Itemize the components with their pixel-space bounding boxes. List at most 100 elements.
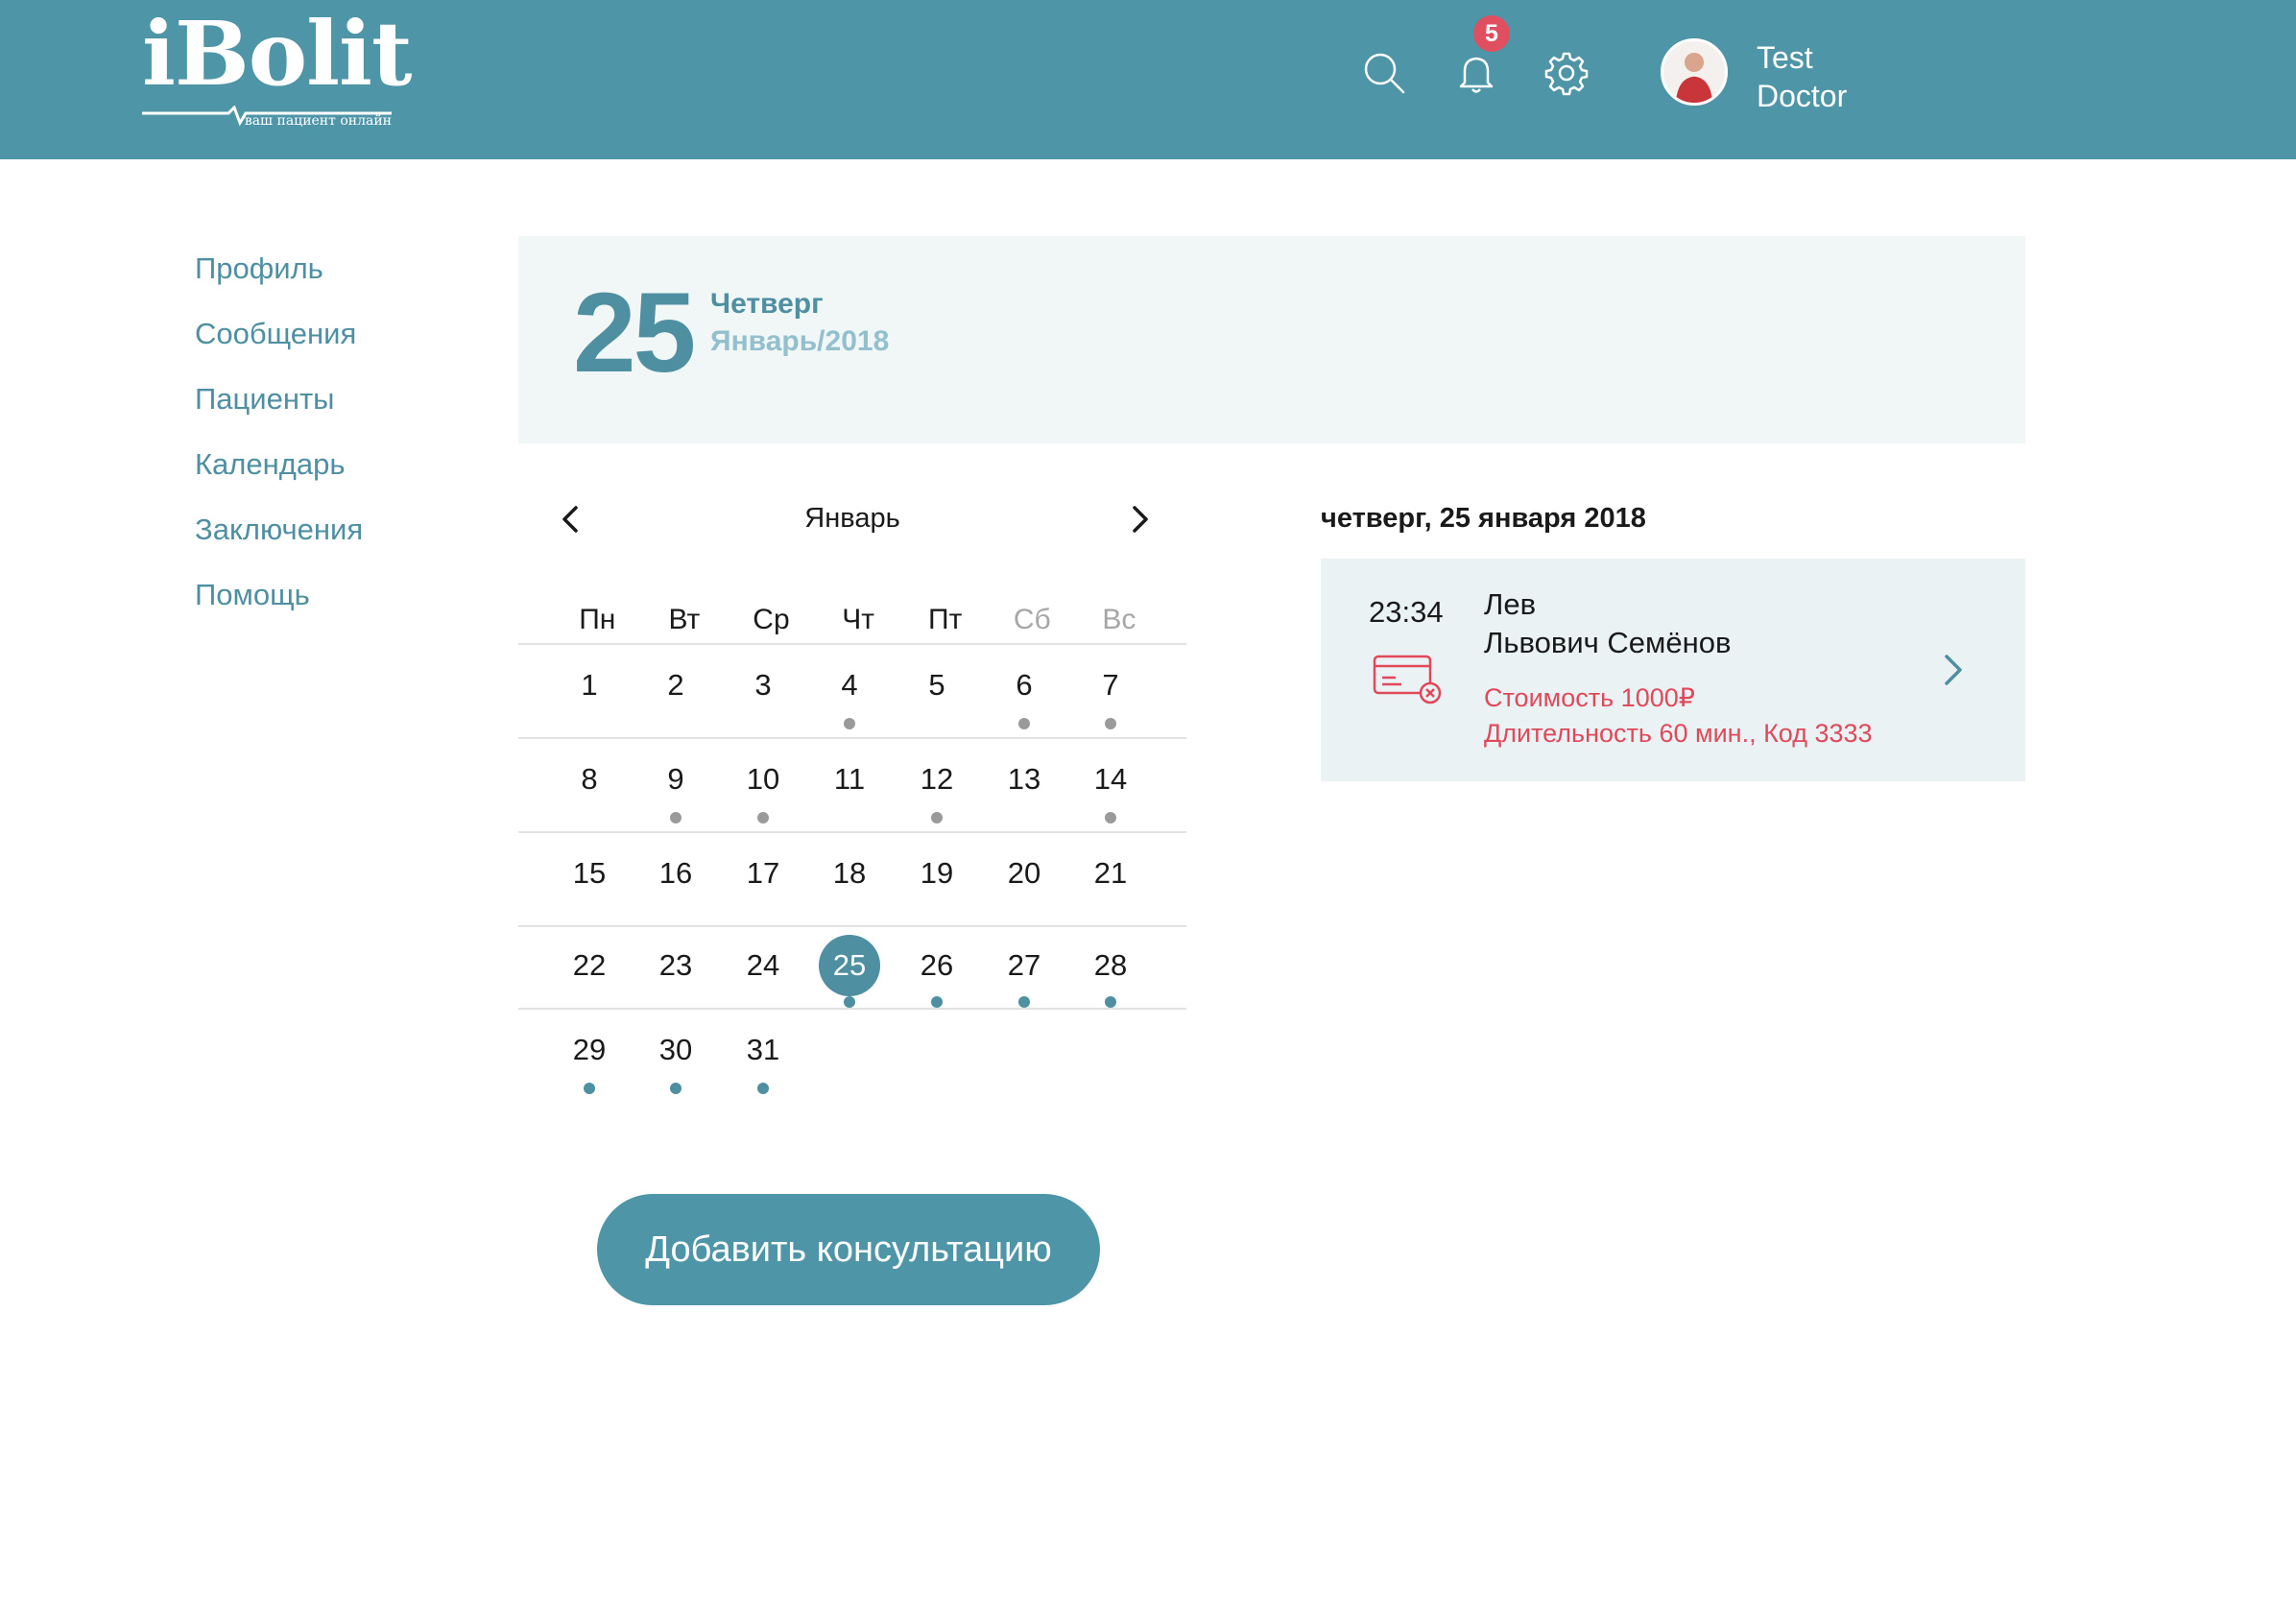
- calendar-day[interactable]: 12: [898, 739, 975, 823]
- calendar-day[interactable]: 4: [811, 645, 888, 729]
- calendar-day[interactable]: 29: [551, 1010, 628, 1094]
- calendar-day[interactable]: 14: [1072, 739, 1149, 823]
- banner-month-year: Январь/2018: [710, 325, 890, 357]
- appointment-indicator-dot: [584, 1083, 595, 1094]
- sidebar-item-messages[interactable]: Сообщения: [195, 313, 363, 378]
- calendar-day[interactable]: 28: [1072, 927, 1149, 1008]
- appointment-indicator-dot: [1018, 718, 1030, 729]
- calendar-week-row: 15 16 17 18 19 20 21: [518, 833, 1186, 927]
- appointment-indicator-dot: [844, 996, 855, 1008]
- sidebar-item-profile[interactable]: Профиль: [195, 248, 363, 313]
- calendar-day-number: 25: [832, 948, 867, 982]
- weekday-label: Чт: [842, 604, 874, 635]
- calendar-day[interactable]: 15: [551, 833, 628, 893]
- calendar-day[interactable]: 18: [811, 833, 888, 893]
- calendar-day[interactable]: 31: [725, 1010, 801, 1094]
- user-name[interactable]: Test Doctor: [1757, 38, 1847, 115]
- weekday-label: Пт: [928, 604, 963, 635]
- add-consultation-button[interactable]: Добавить консультацию: [597, 1194, 1100, 1305]
- date-banner: 25 Четверг Январь/2018: [518, 236, 2025, 443]
- weekday-label: Вс: [1102, 604, 1136, 635]
- calendar-day-number: 4: [841, 668, 858, 702]
- calendar-day-number: 3: [754, 668, 772, 702]
- calendar-day[interactable]: 23: [637, 927, 714, 985]
- calendar-day[interactable]: 24: [725, 927, 801, 985]
- appointment-cost: Стоимость 1000₽: [1484, 683, 1695, 712]
- appointment-indicator-dot: [931, 996, 943, 1008]
- calendar-day[interactable]: 20: [986, 833, 1063, 893]
- calendar-day-number: 20: [1007, 856, 1041, 890]
- calendar-day[interactable]: 22: [551, 927, 628, 985]
- calendar-day[interactable]: 27: [986, 927, 1063, 1008]
- calendar-day-number: 22: [572, 948, 607, 982]
- ibolit-logo[interactable]: iBolit ваш пациент онлайн: [142, 10, 412, 138]
- calendar-day-number: 24: [746, 948, 780, 982]
- calendar-day[interactable]: 13: [986, 739, 1063, 799]
- calendar-day[interactable]: 3: [725, 645, 801, 704]
- calendar-day-selected[interactable]: 25: [811, 927, 888, 1008]
- calendar-day[interactable]: 26: [898, 927, 975, 1008]
- calendar-day-number: 23: [658, 948, 693, 982]
- user-first-name: Test: [1757, 40, 1813, 75]
- calendar-day-number: 26: [920, 948, 954, 982]
- calendar: Январь Пн Вт Ср Чт Пт Сб Вс 1 2 3 4 5 6 7 8 9 10 1…: [518, 489, 1186, 1104]
- patient-first-name: Лев: [1484, 587, 1537, 621]
- gear-icon[interactable]: [1540, 46, 1593, 100]
- avatar[interactable]: [1661, 38, 1728, 106]
- calendar-day-number: 7: [1102, 668, 1119, 702]
- calendar-day[interactable]: 21: [1072, 833, 1149, 893]
- calendar-day[interactable]: 10: [725, 739, 801, 823]
- calendar-day[interactable]: 2: [637, 645, 714, 704]
- patient-rest-name: Львович Семёнов: [1484, 626, 1732, 659]
- banner-day: 25: [573, 270, 696, 396]
- calendar-week-row: 29 30 31: [518, 1010, 1186, 1104]
- calendar-day-number: 27: [1007, 948, 1041, 982]
- calendar-day-number: 10: [746, 762, 780, 796]
- notification-badge: 5: [1473, 15, 1510, 52]
- chevron-right-icon[interactable]: [1939, 651, 1968, 689]
- calendar-day-number: 2: [667, 668, 684, 702]
- sidebar-item-calendar[interactable]: Календарь: [195, 443, 363, 509]
- user-last-name: Doctor: [1757, 79, 1848, 113]
- calendar-nav: Январь: [518, 489, 1186, 549]
- appointment-indicator-dot: [844, 718, 855, 729]
- calendar-week-row: 1 2 3 4 5 6 7: [518, 645, 1186, 739]
- appointment-indicator-dot: [757, 812, 769, 823]
- sidebar-item-help[interactable]: Помощь: [195, 574, 363, 639]
- calendar-day[interactable]: 16: [637, 833, 714, 893]
- calendar-day[interactable]: 11: [811, 739, 888, 799]
- calendar-day-number: 9: [667, 762, 684, 796]
- calendar-day[interactable]: 6: [986, 645, 1063, 729]
- calendar-day-number: 29: [572, 1033, 607, 1066]
- calendar-day[interactable]: 19: [898, 833, 975, 893]
- calendar-week-row: 8 9 10 11 12 13 14: [518, 739, 1186, 833]
- calendar-day[interactable]: 30: [637, 1010, 714, 1094]
- calendar-day-number: 5: [928, 668, 945, 702]
- search-icon[interactable]: [1357, 46, 1411, 100]
- weekday-header: Пн Вт Ср Чт Пт Сб Вс: [518, 595, 1186, 645]
- chevron-right-icon[interactable]: [1123, 503, 1156, 536]
- selected-date-heading: четверг, 25 января 2018: [1321, 503, 1646, 534]
- calendar-day-number: 21: [1093, 856, 1128, 890]
- banner-weekday: Четверг: [710, 288, 824, 320]
- calendar-day[interactable]: 8: [551, 739, 628, 799]
- calendar-day[interactable]: 17: [725, 833, 801, 893]
- sidebar-item-patients[interactable]: Пациенты: [195, 378, 363, 443]
- weekday-label: Ср: [753, 604, 790, 635]
- calendar-day-number: 11: [833, 762, 866, 796]
- appointment-indicator-dot: [1018, 996, 1030, 1008]
- appointment-card[interactable]: 23:34 Лев Львович Семёнов Стоимость 1000…: [1321, 559, 2025, 781]
- sidebar-item-conclusions[interactable]: Заключения: [195, 509, 363, 574]
- calendar-grid: 1 2 3 4 5 6 7 8 9 10 11 12 13 14 15 16 17 18 19 20 21 22 23 24 2…: [518, 645, 1186, 1104]
- calendar-day-number: 12: [920, 762, 954, 796]
- calendar-day[interactable]: 5: [898, 645, 975, 704]
- bell-icon[interactable]: [1449, 46, 1503, 100]
- calendar-day-number: 19: [920, 856, 954, 890]
- calendar-day[interactable]: 1: [551, 645, 628, 704]
- top-header: iBolit ваш пациент онлайн 5 Test Doctor: [0, 0, 2296, 159]
- calendar-day[interactable]: 7: [1072, 645, 1149, 729]
- calendar-day-number: 15: [572, 856, 607, 890]
- calendar-day[interactable]: 9: [637, 739, 714, 823]
- appointment-indicator-dot: [1105, 718, 1116, 729]
- calendar-day-number: 31: [746, 1033, 780, 1066]
